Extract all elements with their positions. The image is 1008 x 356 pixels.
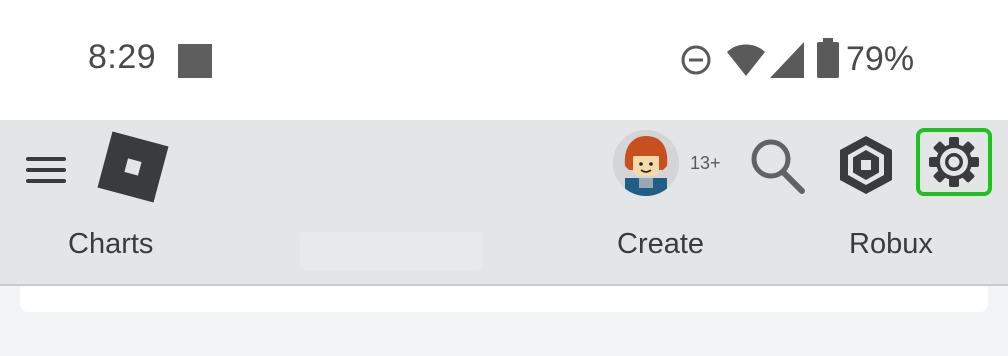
- search-icon[interactable]: [748, 136, 806, 194]
- status-time: 8:29: [88, 38, 157, 76]
- app-header: 13+ Charts Create Robux: [0, 120, 1008, 286]
- nav-charts[interactable]: Charts: [68, 228, 153, 261]
- status-bar: 8:29 79%: [0, 0, 1008, 120]
- nav-robux[interactable]: Robux: [849, 228, 933, 261]
- nav-create[interactable]: Create: [617, 228, 704, 261]
- do-not-disturb-icon: [681, 45, 711, 75]
- avatar[interactable]: [613, 130, 679, 196]
- content-card: [20, 286, 988, 312]
- notification-square-icon: [178, 44, 212, 78]
- avatar-image: [613, 130, 679, 196]
- cell-signal-icon: [770, 42, 804, 78]
- menu-icon[interactable]: [24, 152, 68, 188]
- wifi-icon: [727, 44, 765, 76]
- roblox-logo[interactable]: [96, 130, 170, 204]
- nav-bar: Charts Create Robux: [0, 228, 1008, 284]
- robux-icon[interactable]: [836, 134, 896, 196]
- battery-percent: 79%: [846, 40, 915, 78]
- age-badge: 13+: [690, 153, 721, 173]
- battery-icon: [817, 38, 839, 78]
- settings-button[interactable]: [916, 128, 992, 196]
- nav-placeholder: [300, 232, 482, 270]
- content-area: [0, 286, 1008, 356]
- settings-icon: [929, 137, 979, 187]
